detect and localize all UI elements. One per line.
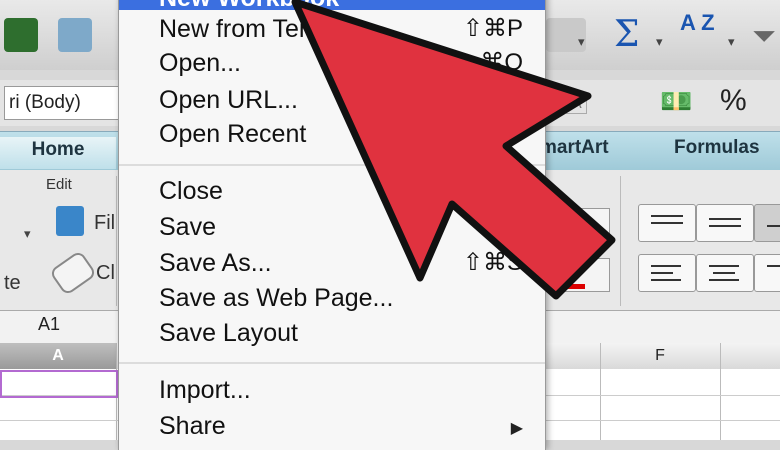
menu-item-save-layout[interactable]: Save Layout — [159, 316, 298, 350]
selected-cell[interactable] — [0, 370, 118, 398]
font-color-swatch — [553, 284, 585, 289]
menu-item-share[interactable]: Share — [159, 409, 226, 443]
fill-down-icon[interactable] — [56, 206, 84, 236]
menu-item-save-as[interactable]: Save As... — [159, 246, 272, 280]
column-header-a[interactable]: A — [0, 343, 116, 369]
ribbon-divider — [116, 176, 117, 306]
menu-separator — [119, 164, 545, 166]
shortcut-label: ⇧⌘P — [462, 15, 523, 42]
menu-item-close[interactable]: Close — [159, 174, 223, 208]
align-bottom-button[interactable] — [754, 204, 780, 242]
menu-item-new-workbook[interactable]: New Workbook — [119, 0, 545, 12]
chevron-down-icon[interactable]: ▾ — [24, 226, 31, 242]
sigma-icon[interactable]: Σ — [614, 14, 639, 55]
font-name-field[interactable]: ri (Body) — [4, 86, 122, 120]
shortcut-label: ⌘S — [482, 213, 523, 240]
sort-icon[interactable]: A Z — [680, 12, 715, 34]
grid-line — [720, 343, 721, 440]
group-edit-label: Edit — [46, 176, 72, 193]
paste-label[interactable]: te — [4, 272, 21, 295]
font-color-letter: A — [559, 259, 574, 284]
tab-home[interactable]: Home — [0, 137, 116, 169]
chevron-down-icon[interactable]: ▾ — [728, 34, 735, 50]
chevron-down-icon[interactable]: ▾ — [578, 34, 585, 50]
menu-item-open-url[interactable]: Open URL... — [159, 83, 298, 117]
font-size-dropdown[interactable] — [546, 208, 610, 242]
shortcut-label: ⌘O — [480, 49, 523, 76]
currency-icon[interactable]: 💵 — [660, 86, 692, 117]
chevron-down-icon[interactable]: ▾ — [656, 34, 663, 50]
percent-button[interactable]: % — [720, 84, 747, 118]
align-right-button[interactable] — [754, 254, 780, 292]
align-left-button[interactable] — [638, 254, 696, 292]
name-box[interactable]: A1 — [38, 314, 60, 335]
menu-item-new-from-template[interactable]: New from Template — [159, 12, 374, 46]
grid-line — [600, 343, 601, 440]
wrap-text-icon[interactable]: A — [566, 94, 587, 114]
fill-label[interactable]: Fil — [94, 212, 115, 235]
folder-open-icon[interactable] — [58, 18, 92, 52]
file-menu: New Workbook New from Template ⇧⌘P Open.… — [118, 0, 546, 450]
shortcut-label: ⇧⌘S — [462, 249, 523, 276]
menu-item-import[interactable]: Import... — [159, 373, 251, 407]
grid-icon[interactable] — [4, 18, 38, 52]
column-header-f[interactable]: F — [600, 343, 720, 369]
align-top-button[interactable] — [638, 204, 696, 242]
align-center-button[interactable] — [696, 254, 754, 292]
menu-item-save[interactable]: Save — [159, 210, 216, 244]
align-middle-button[interactable] — [696, 204, 754, 242]
ribbon-divider — [620, 176, 621, 306]
tab-smartart[interactable]: martArt — [540, 137, 609, 159]
submenu-arrow-icon: ▶ — [510, 420, 523, 437]
tab-formulas[interactable]: Formulas — [674, 137, 760, 159]
clear-label[interactable]: Cl — [96, 262, 115, 285]
menu-item-open[interactable]: Open... — [159, 46, 241, 80]
font-color-button[interactable]: A — [546, 258, 610, 292]
menu-item-open-recent[interactable]: Open Recent — [159, 117, 306, 151]
menu-item-save-as-web-page[interactable]: Save as Web Page... — [159, 281, 393, 315]
menu-separator — [119, 362, 545, 364]
filter-icon[interactable]: ⏷ — [752, 20, 776, 54]
